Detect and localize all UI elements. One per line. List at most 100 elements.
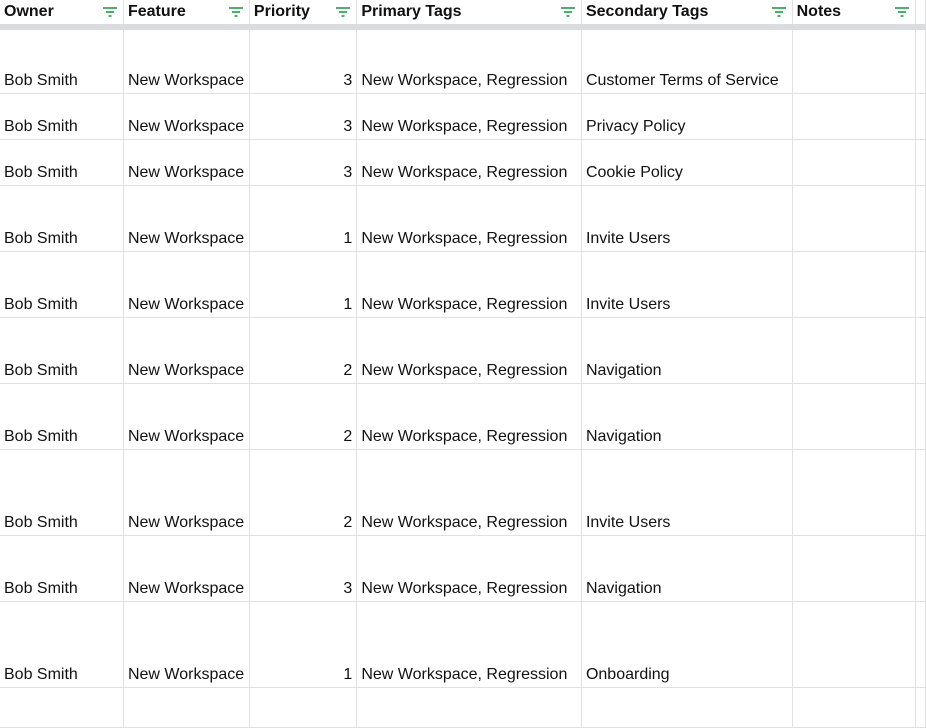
cell-feature[interactable]: New Workspace bbox=[123, 535, 249, 601]
cell-priority[interactable]: 2 bbox=[249, 317, 356, 383]
cell-primary[interactable]: New Workspace, Regression bbox=[357, 601, 582, 687]
cell-feature[interactable]: New Workspace bbox=[123, 27, 249, 93]
cell-notes[interactable] bbox=[792, 139, 915, 185]
cell-priority[interactable]: 2 bbox=[249, 449, 356, 535]
cell-feature[interactable]: New Workspace bbox=[123, 383, 249, 449]
filter-icon[interactable] bbox=[336, 5, 350, 17]
cell-notes[interactable] bbox=[792, 27, 915, 93]
column-header-label: Owner bbox=[4, 3, 54, 21]
cell-empty[interactable] bbox=[915, 317, 925, 383]
cell-owner[interactable]: Bob Smith bbox=[0, 93, 123, 139]
cell-notes[interactable] bbox=[792, 93, 915, 139]
cell-owner[interactable]: Bob Smith bbox=[0, 383, 123, 449]
cell-secondary[interactable]: Invite Users bbox=[581, 251, 792, 317]
cell-primary[interactable]: New Workspace, Regression bbox=[357, 185, 582, 251]
cell-empty[interactable] bbox=[123, 687, 249, 727]
cell-owner[interactable]: Bob Smith bbox=[0, 449, 123, 535]
table-row: Bob SmithNew Workspace3New Workspace, Re… bbox=[0, 93, 926, 139]
cell-primary[interactable]: New Workspace, Regression bbox=[357, 535, 582, 601]
cell-notes[interactable] bbox=[792, 383, 915, 449]
cell-empty[interactable] bbox=[792, 687, 915, 727]
table-row: Bob SmithNew Workspace3New Workspace, Re… bbox=[0, 535, 926, 601]
cell-feature[interactable]: New Workspace bbox=[123, 251, 249, 317]
column-header-primary[interactable]: Primary Tags bbox=[357, 0, 582, 27]
cell-empty[interactable] bbox=[915, 449, 925, 535]
cell-notes[interactable] bbox=[792, 535, 915, 601]
column-header-label: Priority bbox=[254, 3, 310, 21]
cell-empty[interactable] bbox=[915, 93, 925, 139]
table-row: Bob SmithNew Workspace3New Workspace, Re… bbox=[0, 139, 926, 185]
column-header-priority[interactable]: Priority bbox=[249, 0, 356, 27]
cell-primary[interactable]: New Workspace, Regression bbox=[357, 317, 582, 383]
table-row: Bob SmithNew Workspace1New Workspace, Re… bbox=[0, 251, 926, 317]
cell-notes[interactable] bbox=[792, 317, 915, 383]
cell-owner[interactable]: Bob Smith bbox=[0, 535, 123, 601]
cell-empty[interactable] bbox=[915, 687, 925, 727]
cell-primary[interactable]: New Workspace, Regression bbox=[357, 93, 582, 139]
cell-primary[interactable]: New Workspace, Regression bbox=[357, 383, 582, 449]
table-row: Bob SmithNew Workspace1New Workspace, Re… bbox=[0, 601, 926, 687]
cell-priority[interactable]: 3 bbox=[249, 93, 356, 139]
cell-feature[interactable]: New Workspace bbox=[123, 449, 249, 535]
cell-owner[interactable]: Bob Smith bbox=[0, 139, 123, 185]
cell-priority[interactable]: 3 bbox=[249, 27, 356, 93]
cell-secondary[interactable]: Invite Users bbox=[581, 185, 792, 251]
cell-owner[interactable]: Bob Smith bbox=[0, 601, 123, 687]
cell-empty[interactable] bbox=[915, 27, 925, 93]
column-header-label: Secondary Tags bbox=[586, 3, 708, 21]
cell-secondary[interactable]: Customer Terms of Service bbox=[581, 27, 792, 93]
cell-empty[interactable] bbox=[915, 139, 925, 185]
filter-icon[interactable] bbox=[895, 5, 909, 17]
cell-secondary[interactable]: Navigation bbox=[581, 535, 792, 601]
filter-icon[interactable] bbox=[229, 5, 243, 17]
cell-priority[interactable]: 1 bbox=[249, 185, 356, 251]
cell-primary[interactable]: New Workspace, Regression bbox=[357, 449, 582, 535]
column-header-secondary[interactable]: Secondary Tags bbox=[581, 0, 792, 27]
cell-secondary[interactable]: Navigation bbox=[581, 383, 792, 449]
column-header-label: Feature bbox=[128, 3, 186, 21]
cell-empty[interactable] bbox=[357, 687, 582, 727]
cell-feature[interactable]: New Workspace bbox=[123, 185, 249, 251]
cell-notes[interactable] bbox=[792, 251, 915, 317]
cell-primary[interactable]: New Workspace, Regression bbox=[357, 251, 582, 317]
cell-empty[interactable] bbox=[581, 687, 792, 727]
cell-empty[interactable] bbox=[915, 185, 925, 251]
cell-feature[interactable]: New Workspace bbox=[123, 601, 249, 687]
cell-owner[interactable]: Bob Smith bbox=[0, 27, 123, 93]
column-header-notes[interactable]: Notes bbox=[792, 0, 915, 27]
cell-notes[interactable] bbox=[792, 601, 915, 687]
cell-secondary[interactable]: Onboarding bbox=[581, 601, 792, 687]
cell-priority[interactable]: 3 bbox=[249, 535, 356, 601]
column-header-feature[interactable]: Feature bbox=[123, 0, 249, 27]
cell-owner[interactable]: Bob Smith bbox=[0, 251, 123, 317]
cell-empty[interactable] bbox=[915, 601, 925, 687]
cell-empty[interactable] bbox=[915, 383, 925, 449]
cell-primary[interactable]: New Workspace, Regression bbox=[357, 27, 582, 93]
cell-feature[interactable]: New Workspace bbox=[123, 139, 249, 185]
cell-priority[interactable]: 2 bbox=[249, 383, 356, 449]
cell-notes[interactable] bbox=[792, 185, 915, 251]
column-header-extra[interactable] bbox=[915, 0, 925, 27]
filter-icon[interactable] bbox=[561, 5, 575, 17]
cell-secondary[interactable]: Cookie Policy bbox=[581, 139, 792, 185]
cell-empty[interactable] bbox=[915, 251, 925, 317]
filter-icon[interactable] bbox=[772, 5, 786, 17]
cell-secondary[interactable]: Privacy Policy bbox=[581, 93, 792, 139]
cell-owner[interactable]: Bob Smith bbox=[0, 317, 123, 383]
column-header-owner[interactable]: Owner bbox=[0, 0, 123, 27]
cell-primary[interactable]: New Workspace, Regression bbox=[357, 139, 582, 185]
cell-priority[interactable]: 1 bbox=[249, 601, 356, 687]
cell-feature[interactable]: New Workspace bbox=[123, 317, 249, 383]
cell-feature[interactable]: New Workspace bbox=[123, 93, 249, 139]
cell-secondary[interactable]: Invite Users bbox=[581, 449, 792, 535]
cell-secondary[interactable]: Navigation bbox=[581, 317, 792, 383]
cell-priority[interactable]: 3 bbox=[249, 139, 356, 185]
cell-empty[interactable] bbox=[0, 687, 123, 727]
cell-priority[interactable]: 1 bbox=[249, 251, 356, 317]
cell-empty[interactable] bbox=[915, 535, 925, 601]
cell-owner[interactable]: Bob Smith bbox=[0, 185, 123, 251]
cell-notes[interactable] bbox=[792, 449, 915, 535]
filter-icon[interactable] bbox=[103, 5, 117, 17]
cell-empty[interactable] bbox=[249, 687, 356, 727]
table-row: Bob SmithNew Workspace1New Workspace, Re… bbox=[0, 185, 926, 251]
